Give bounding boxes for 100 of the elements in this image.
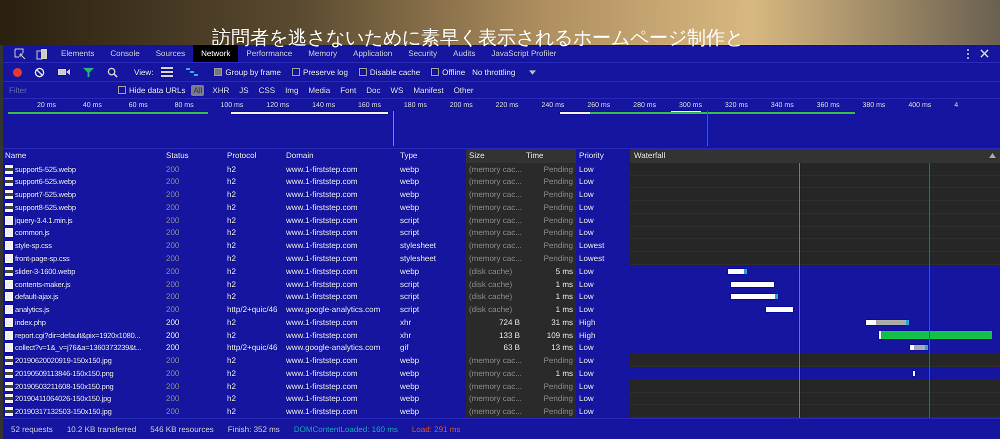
table-cell-text: h2 xyxy=(226,330,237,342)
table-cell: 63 B xyxy=(466,341,523,354)
table-cell: 724 B xyxy=(466,316,523,329)
filter-icon[interactable] xyxy=(83,66,94,78)
type-filter-button[interactable]: Font xyxy=(338,84,358,96)
table-cell: (memory cac... xyxy=(466,226,523,240)
table-cell: 109 ms xyxy=(523,328,576,342)
column-header[interactable]: Domain xyxy=(283,149,397,163)
table-cell-text: Low xyxy=(578,304,595,316)
table-cell-text: www.1-firststep.com xyxy=(285,355,359,367)
table-cell-text: 200 xyxy=(165,227,180,240)
search-icon[interactable] xyxy=(107,66,118,78)
camera-icon[interactable] xyxy=(58,67,70,77)
option-checkbox[interactable]: Disable cache xyxy=(358,68,420,76)
column-header[interactable]: Status xyxy=(163,149,224,163)
table-cell-text: www.google-analytics.com xyxy=(285,342,382,354)
sort-arrow-icon[interactable] xyxy=(989,153,996,158)
summary-text: Finish: 352 ms xyxy=(228,424,280,434)
table-cell-text: www.1-firststep.com xyxy=(285,406,359,418)
panel-tab[interactable]: Application xyxy=(345,45,400,62)
type-filter-button[interactable]: JS xyxy=(237,84,251,96)
throttling-dropdown[interactable]: No throttling xyxy=(472,68,536,76)
column-header[interactable]: Type xyxy=(397,149,466,163)
option-checkbox[interactable]: Group by frame xyxy=(214,68,281,76)
table-cell-text: 200 xyxy=(165,355,180,367)
table-cell-text: webp xyxy=(399,380,420,393)
table-cell-text: Lowest xyxy=(578,240,606,252)
table-cell-text: www.1-firststep.com xyxy=(285,330,359,342)
type-filter-button[interactable]: Manifest xyxy=(411,84,446,96)
table-cell-text: h2 xyxy=(226,368,237,380)
table-cell-text: Low xyxy=(578,368,595,380)
panel-tab[interactable]: Network xyxy=(193,45,238,62)
table-cell-text: www.1-firststep.com xyxy=(285,240,359,252)
table-cell: (memory cac... xyxy=(466,367,523,380)
column-header[interactable]: Time xyxy=(523,149,576,163)
timing-bar xyxy=(728,268,747,274)
table-cell-text: www.1-firststep.com xyxy=(285,393,359,406)
clear-icon[interactable] xyxy=(34,66,45,78)
type-filter-button[interactable]: WS xyxy=(388,84,406,96)
column-header[interactable]: Waterfall xyxy=(630,149,1000,163)
table-cell: (memory cac... xyxy=(466,188,523,202)
type-filter-button[interactable]: XHR xyxy=(210,84,232,96)
panel-tab[interactable]: Sources xyxy=(148,45,194,62)
table-cell-text: h2 xyxy=(226,252,237,265)
table-cell: Pending xyxy=(523,354,576,367)
column-header[interactable]: Size xyxy=(466,149,523,163)
column-header[interactable]: Priority xyxy=(576,149,630,163)
table-cell-text: webp xyxy=(399,406,420,418)
table-cell-text: script xyxy=(399,227,420,240)
table-cell-text: Low xyxy=(578,342,595,354)
table-cell-text: xhr xyxy=(399,330,412,342)
table-cell-text: Low xyxy=(578,393,595,406)
more-options-icon[interactable] xyxy=(966,48,970,60)
view-label: View: xyxy=(134,68,154,76)
table-cell: 1 ms xyxy=(523,367,576,380)
table-cell: 1 ms xyxy=(523,278,576,290)
table-cell-text: 200 xyxy=(165,380,180,393)
table-cell-text: 200 xyxy=(165,176,180,188)
table-cell-text: Low xyxy=(578,355,595,367)
table-cell-text: 200 xyxy=(165,278,180,290)
type-filter-button[interactable]: Doc xyxy=(364,84,382,96)
device-icon[interactable] xyxy=(36,48,48,60)
timing-bar xyxy=(766,307,793,312)
table-cell-text: Low xyxy=(578,380,595,393)
table-cell-text: webp xyxy=(399,164,420,176)
type-filter-button[interactable]: Other xyxy=(452,84,476,96)
table-cell-text: Low xyxy=(578,176,595,188)
type-filter-button[interactable]: CSS xyxy=(256,84,278,96)
table-cell-text: h2 xyxy=(226,278,237,290)
table-cell-text: h2 xyxy=(226,316,237,329)
record-button[interactable] xyxy=(13,68,22,76)
close-icon[interactable] xyxy=(980,49,989,58)
panel-tab[interactable]: Console xyxy=(102,45,148,62)
option-checkbox[interactable]: Offline xyxy=(431,68,466,76)
image-file-icon xyxy=(5,266,13,276)
table-cell-text: 200 xyxy=(165,304,180,316)
column-header[interactable]: Protocol xyxy=(224,149,283,163)
table-cell-text: 200 xyxy=(165,406,180,418)
table-cell-text: script xyxy=(399,214,420,227)
table-cell-text: http/2+quic/46 xyxy=(226,304,278,316)
inspect-icon[interactable] xyxy=(14,48,26,60)
table-cell: (memory cac... xyxy=(466,354,523,367)
column-header[interactable]: Name xyxy=(3,149,163,163)
table-cell-text: www.1-firststep.com xyxy=(285,227,359,240)
type-filter-button[interactable]: Media xyxy=(306,84,332,96)
hide-data-urls-checkbox[interactable]: Hide data URLs xyxy=(118,86,186,94)
summary-text: 10.2 KB transferred xyxy=(66,424,136,434)
table-cell-text: Low xyxy=(578,291,595,304)
timing-bar xyxy=(866,320,909,325)
waterfall-view-icon[interactable] xyxy=(186,67,198,77)
panel-tab[interactable]: Elements xyxy=(53,45,102,62)
table-cell-text: 200 xyxy=(165,342,180,354)
table-cell-text: 200 xyxy=(165,368,180,380)
type-filter-button[interactable]: Img xyxy=(283,84,300,96)
table-cell-text: h2 xyxy=(226,227,237,240)
table-cell-text: www.1-firststep.com xyxy=(285,291,359,304)
list-view-icon[interactable] xyxy=(161,67,174,77)
table-cell-text: h2 xyxy=(226,406,237,418)
table-cell: (memory cac... xyxy=(466,201,523,214)
option-checkbox[interactable]: Preserve log xyxy=(292,68,348,76)
